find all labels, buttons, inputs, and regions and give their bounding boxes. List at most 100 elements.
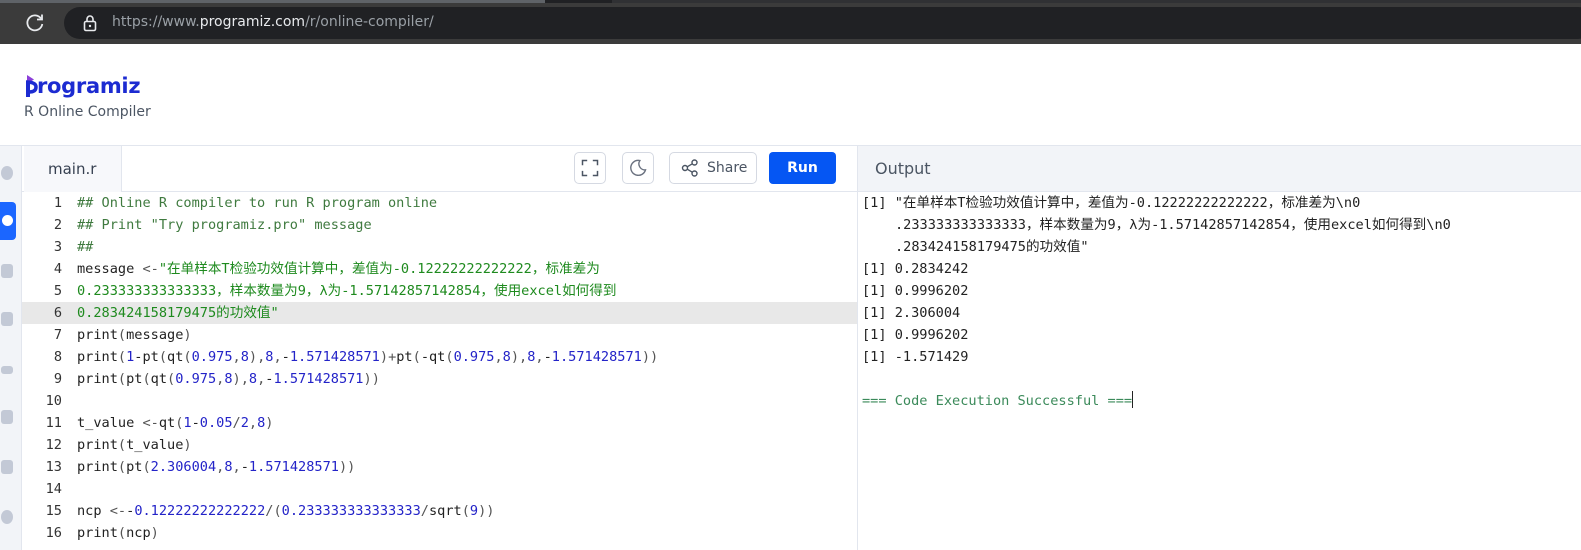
sidebar-icon [1,312,13,326]
line-number: 14 [45,481,62,497]
code-line[interactable]: 10 [22,390,857,412]
line-number: 8 [53,349,62,365]
code-text[interactable]: print(1-pt(qt(0.975,8),8,-1.571428571)+p… [77,346,658,368]
code-line[interactable]: 15 ncp <--0.12222222222222/(0.23333333333… [22,500,857,522]
share-icon [681,159,698,177]
line-number: 3 [53,239,62,255]
output-panel: [1] "在单样本T检验功效值计算中，差值为-0.12222222222222，… [857,192,1581,550]
code-text[interactable]: message <-"在单样本T检验功效值计算中，差值为-0.122222222… [77,258,600,280]
moon-icon [630,159,647,176]
file-tab-main-r[interactable]: main.r [24,146,122,192]
fullscreen-button[interactable] [574,152,606,184]
code-text[interactable]: print(t_value) [77,434,192,456]
code-line[interactable]: 11 t_value <-qt(1-0.05/2,8) [22,412,857,434]
url-host: programiz.com [199,14,306,30]
output-line: [1] -1.571429 [862,349,969,365]
code-line[interactable]: 16 print(ncp) [22,522,857,544]
sidebar-item-1[interactable] [0,154,16,192]
code-text[interactable]: print(pt(2.306004,8,-1.571428571)) [77,456,355,478]
theme-toggle-button[interactable] [622,152,654,184]
code-text[interactable]: ## Online R compiler to run R program on… [77,192,437,214]
share-button[interactable]: Share [669,152,757,184]
logo-p-mark [25,75,38,97]
code-text[interactable]: t_value <-qt(1-0.05/2,8) [77,412,273,434]
editor-toolbar: main.r Share Run [22,146,858,192]
output-line: .233333333333333，样本数量为9，λ为-1.57142857142… [895,217,1451,233]
sidebar-item-8[interactable] [0,498,16,536]
browser-toolbar: https://www.programiz.com/r/online-compi… [0,0,1581,44]
output-line: [1] 0.9996202 [862,327,969,343]
reload-icon[interactable] [24,12,46,34]
code-text[interactable]: print(message) [77,324,192,346]
output-header: Output [857,146,1581,192]
code-line[interactable]: 13 print(pt(2.306004,8,-1.571428571)) [22,456,857,478]
code-line[interactable]: 14 [22,478,857,500]
text-cursor [1132,391,1134,408]
code-text[interactable]: ncp <--0.12222222222222/(0.2333333333333… [77,500,494,522]
site-header: rogramiz R Online Compiler [0,44,1581,146]
code-line[interactable]: 4 message <-"在单样本T检验功效值计算中，差值为-0.12222222… [22,258,857,280]
sidebar-icon [1,510,13,524]
output-line: .283424158179475的功效值" [895,239,1089,255]
sidebar-item-7[interactable] [0,448,16,486]
url-path: /r/online-compiler/ [305,14,434,30]
line-number: 4 [53,261,62,277]
browser-tab[interactable] [0,0,545,3]
line-number: 16 [45,525,62,541]
lock-icon[interactable] [82,14,98,32]
code-line[interactable]: 7 print(message) [22,324,857,346]
sidebar-icon [1,166,13,180]
r-language-icon [2,215,13,226]
expand-icon [581,159,599,177]
code-text[interactable]: ## Print "Try programiz.pro" message [77,214,372,236]
sidebar-item-3[interactable] [0,252,16,290]
sidebar-icon [1,366,13,374]
line-number: 15 [45,503,62,519]
url-text[interactable]: https://www.programiz.com/r/online-compi… [112,14,434,30]
sidebar-item-5[interactable] [0,350,16,388]
code-line[interactable]: 5 0.233333333333333，样本数量为9，λ为-1.571428571… [22,280,857,302]
output-title: Output [875,159,931,178]
logo-text: rogramiz [37,74,141,98]
output-line: [1] 0.9996202 [862,283,969,299]
file-tab-label: main.r [48,160,97,178]
line-number: 2 [53,217,62,233]
tab-strip [0,0,1581,3]
code-line[interactable]: 6 0.283424158179475的功效值" [22,302,857,324]
run-button[interactable]: Run [769,152,836,184]
programiz-logo[interactable]: rogramiz [24,68,141,98]
sidebar-icon [1,264,13,278]
line-number: 7 [53,327,62,343]
code-line[interactable]: 9 print(pt(qt(0.975,8),8,-1.571428571)) [22,368,857,390]
line-number: 10 [45,393,62,409]
line-number: 11 [45,415,62,431]
code-text[interactable]: print(ncp) [77,522,159,544]
line-number: 6 [53,305,62,321]
line-number: 1 [53,195,62,211]
sidebar-item-4[interactable] [0,300,16,338]
code-text[interactable]: 0.283424158179475的功效值" [77,302,279,324]
line-number: 13 [45,459,62,475]
output-line: [1] 2.306004 [862,305,961,321]
sidebar-item-r[interactable] [0,202,16,240]
line-number: 9 [53,371,62,387]
line-number: 5 [53,283,62,299]
code-line[interactable]: 12 print(t_value) [22,434,857,456]
output-line: [1] "在单样本T检验功效值计算中，差值为-0.12222222222222，… [862,195,1361,211]
code-line[interactable]: 8 print(1-pt(qt(0.975,8),8,-1.571428571)+… [22,346,857,368]
line-number: 12 [45,437,62,453]
code-editor[interactable]: 1 ## Online R compiler to run R program o… [22,192,857,550]
code-text[interactable]: 0.233333333333333，样本数量为9，λ为-1.5714285714… [77,280,616,302]
browser-tab[interactable] [612,0,1581,3]
code-line[interactable]: 3 ## [22,236,857,258]
code-line[interactable]: 2 ## Print "Try programiz.pro" message [22,214,857,236]
page-subtitle: R Online Compiler [24,104,151,120]
url-prefix: https://www. [112,14,200,30]
left-sidebar [0,146,22,550]
code-line[interactable]: 1 ## Online R compiler to run R program o… [22,192,857,214]
sidebar-item-6[interactable] [0,398,16,436]
execution-status: === Code Execution Successful === [862,391,1134,409]
code-text[interactable]: print(pt(qt(0.975,8),8,-1.571428571)) [77,368,380,390]
share-label: Share [707,160,748,176]
code-text[interactable]: ## [77,236,93,258]
